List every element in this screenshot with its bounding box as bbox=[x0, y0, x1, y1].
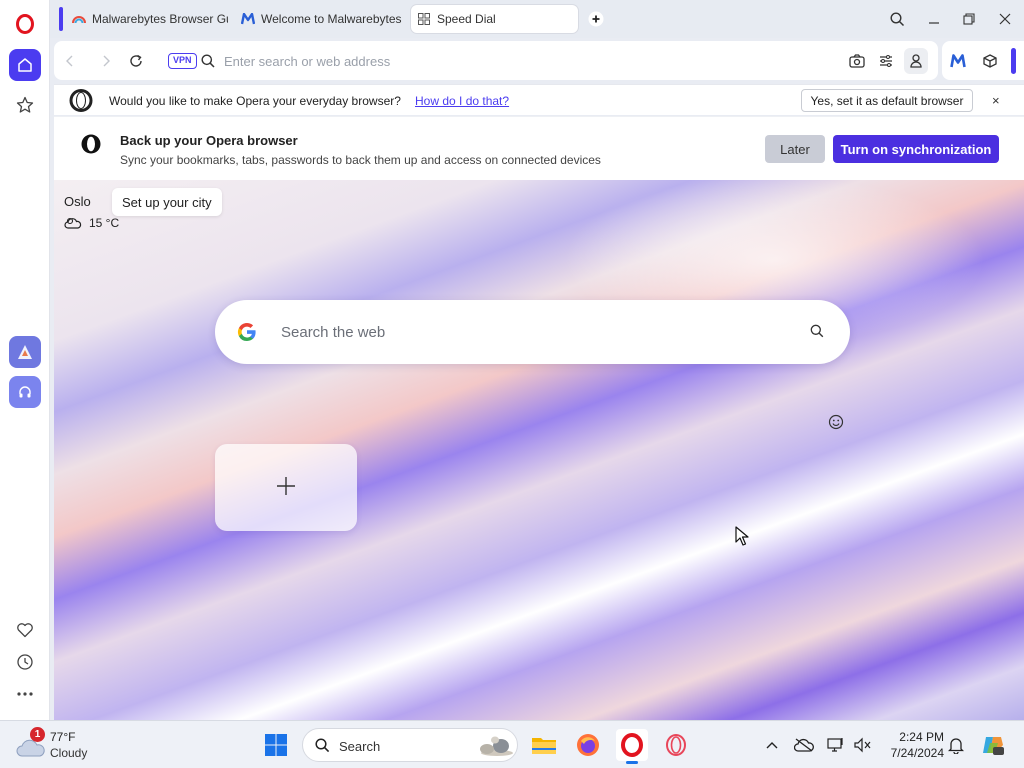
network-display-icon[interactable] bbox=[826, 735, 846, 755]
minimize-icon[interactable] bbox=[923, 8, 945, 30]
search-icon bbox=[315, 738, 330, 756]
opera-o-icon bbox=[69, 89, 93, 115]
plus-icon bbox=[276, 476, 296, 499]
chevron-up-icon[interactable] bbox=[762, 735, 782, 755]
clock-date: 7/24/2024 bbox=[890, 746, 944, 760]
tab-strip: Malwarebytes Browser Gu Welcome to Malwa… bbox=[50, 0, 1024, 38]
active-app-indicator bbox=[626, 761, 638, 764]
taskbar-condition: Cloudy bbox=[50, 746, 88, 760]
reload-icon[interactable] bbox=[126, 51, 146, 71]
speed-dial: Oslo Set up your city 15 °C bbox=[54, 180, 1024, 720]
city-name[interactable]: Oslo bbox=[64, 194, 91, 209]
back-icon[interactable] bbox=[60, 51, 80, 71]
clock-time: 2:24 PM bbox=[899, 730, 944, 744]
search-highlight-icon bbox=[471, 735, 515, 760]
taskbar-search-label: Search bbox=[339, 739, 381, 754]
new-tab-icon[interactable] bbox=[585, 8, 607, 30]
tab-title: Speed Dial bbox=[437, 12, 496, 26]
opera-o-icon bbox=[80, 133, 102, 158]
taskbar-temperature: 77°F bbox=[50, 730, 76, 744]
temperature-value: 15 °C bbox=[89, 216, 120, 230]
cloud-icon bbox=[16, 739, 46, 760]
more-options-icon[interactable] bbox=[9, 678, 41, 710]
tab-search-icon[interactable] bbox=[886, 8, 908, 30]
smiley-icon[interactable] bbox=[828, 414, 844, 430]
weather-temperature: 15 °C bbox=[64, 216, 119, 230]
address-input[interactable] bbox=[224, 50, 824, 72]
sidebar bbox=[0, 0, 50, 720]
google-icon bbox=[237, 322, 257, 345]
opera-logo-icon[interactable] bbox=[9, 8, 41, 40]
search-icon bbox=[198, 51, 218, 71]
opera-taskbar-icon[interactable] bbox=[616, 729, 648, 764]
heart-icon[interactable] bbox=[9, 614, 41, 646]
close-window-icon[interactable] bbox=[994, 8, 1016, 30]
firefox-icon[interactable] bbox=[572, 729, 604, 761]
restore-icon[interactable] bbox=[958, 8, 980, 30]
star-icon[interactable] bbox=[9, 89, 41, 121]
taskbar-weather[interactable]: 1 77°F Cloudy bbox=[12, 727, 102, 763]
notification-bell-icon[interactable] bbox=[946, 735, 966, 755]
taskbar: 1 77°F Cloudy Search 2:24 PM 7/24/2024 bbox=[0, 720, 1024, 768]
tab-island-indicator bbox=[59, 7, 63, 31]
tab-welcome-malwarebytes[interactable]: Welcome to Malwarebytes bbox=[235, 5, 405, 33]
extensions-area bbox=[942, 41, 1024, 80]
malwarebytes-icon bbox=[241, 12, 255, 26]
tab-title: Welcome to Malwarebytes bbox=[261, 12, 402, 26]
city-tooltip[interactable]: Set up your city bbox=[112, 188, 222, 216]
taskbar-search[interactable]: Search bbox=[302, 728, 518, 762]
address-bar: VPN bbox=[54, 41, 938, 80]
tab-speed-dial[interactable]: Speed Dial bbox=[411, 5, 578, 33]
weather-badge: 1 bbox=[30, 727, 45, 742]
sync-subtitle: Sync your bookmarks, tabs, passwords to … bbox=[120, 153, 601, 167]
taskbar-clock[interactable]: 2:24 PM 7/24/2024 bbox=[878, 729, 944, 761]
add-site-tile[interactable] bbox=[215, 444, 357, 531]
tab-malwarebytes-guard[interactable]: Malwarebytes Browser Gu bbox=[66, 5, 228, 33]
windows-start-icon[interactable] bbox=[260, 729, 292, 761]
volume-muted-icon[interactable] bbox=[852, 735, 872, 755]
default-browser-bar: Would you like to make Opera your everyd… bbox=[54, 84, 1024, 115]
file-explorer-icon[interactable] bbox=[528, 729, 560, 761]
turn-on-sync-button[interactable]: Turn on synchronization bbox=[833, 135, 999, 163]
onedrive-offline-icon[interactable] bbox=[794, 735, 814, 755]
easy-setup-icon[interactable] bbox=[876, 51, 896, 71]
search-icon[interactable] bbox=[810, 324, 824, 341]
sync-title: Back up your Opera browser bbox=[120, 133, 298, 148]
set-default-button[interactable]: Yes, set it as default browser bbox=[801, 89, 973, 112]
sidebar-toggle-indicator[interactable] bbox=[1011, 48, 1016, 74]
mouse-cursor-icon bbox=[735, 526, 749, 549]
later-button[interactable]: Later bbox=[765, 135, 825, 163]
music-player-icon[interactable] bbox=[9, 376, 41, 408]
malwarebytes-extension-icon[interactable] bbox=[948, 51, 968, 71]
speed-dial-grid-icon bbox=[417, 12, 431, 26]
home-icon[interactable] bbox=[9, 49, 41, 81]
tab-title: Malwarebytes Browser Gu bbox=[92, 12, 228, 26]
opera-gx-icon[interactable] bbox=[660, 729, 692, 761]
extensions-cube-icon[interactable] bbox=[980, 51, 1000, 71]
history-clock-icon[interactable] bbox=[9, 646, 41, 678]
cloud-sun-icon bbox=[64, 217, 82, 229]
sync-bar: Back up your Opera browser Sync your boo… bbox=[54, 116, 1024, 180]
web-search-input[interactable] bbox=[281, 321, 781, 343]
default-browser-message: Would you like to make Opera your everyd… bbox=[109, 94, 401, 108]
snapshot-camera-icon[interactable] bbox=[847, 51, 867, 71]
rainbow-icon bbox=[72, 12, 86, 26]
web-search-box[interactable] bbox=[215, 300, 850, 364]
vpn-badge[interactable]: VPN bbox=[168, 53, 197, 69]
how-do-i-link[interactable]: How do I do that? bbox=[415, 94, 509, 108]
aria-app-icon[interactable] bbox=[9, 336, 41, 368]
copilot-icon[interactable] bbox=[980, 732, 1006, 758]
close-icon[interactable]: × bbox=[992, 93, 1000, 108]
forward-icon[interactable] bbox=[96, 51, 116, 71]
profile-icon[interactable] bbox=[904, 48, 928, 74]
